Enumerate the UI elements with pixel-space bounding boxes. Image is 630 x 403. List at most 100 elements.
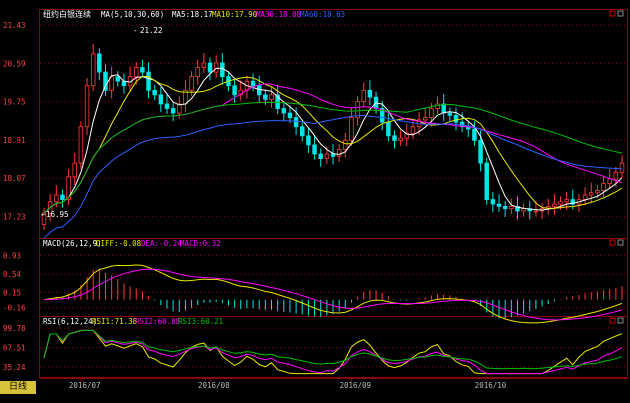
high-price-marker: 21.22 <box>140 26 163 35</box>
macd-tick-label: -0.16 <box>3 303 26 312</box>
low-price-marker: 16.95 <box>46 210 69 219</box>
rsi-panel-close-icon[interactable] <box>609 317 616 324</box>
x-axis-label: 2016/08 <box>198 381 230 390</box>
candle-body <box>287 112 293 119</box>
candle-body <box>435 103 440 109</box>
candle-body <box>213 62 219 73</box>
candle-body <box>422 117 428 121</box>
panel-close-icon[interactable] <box>609 10 616 17</box>
candle-body <box>613 171 619 180</box>
candle-body <box>441 103 446 114</box>
candle-body <box>558 201 563 205</box>
candle-body <box>312 144 317 155</box>
candle-body <box>343 139 348 150</box>
candle-body <box>60 194 65 200</box>
stock-chart[interactable]: 2016/07 2016/08 2016/09 2016/10 纽约白银连续 MA(5… <box>0 0 630 403</box>
candle-body <box>84 85 90 128</box>
candle-body <box>386 121 391 137</box>
candle-body <box>564 199 569 203</box>
candle-body <box>472 128 477 141</box>
candle-body <box>589 192 594 196</box>
ma-indicator-label: MA(5,10,30,60) <box>101 10 164 19</box>
candle-body <box>170 108 176 114</box>
macd-dea-value: DEA:-0.24 <box>141 239 182 248</box>
candle-body <box>453 114 459 123</box>
candle-body <box>220 62 225 78</box>
candle-body <box>429 108 434 119</box>
macd-panel-expand-icon[interactable] <box>617 239 624 246</box>
candle-body <box>349 117 354 141</box>
candle-body <box>410 126 416 134</box>
candle-body <box>195 67 200 78</box>
x-axis-label: 2016/10 <box>475 381 507 390</box>
macd-tick-label: 0.54 <box>3 270 22 279</box>
candle-body <box>552 203 557 207</box>
rsi2-value: RSI2:60.88 <box>135 317 181 326</box>
candle-body <box>607 178 612 185</box>
candle-body <box>490 199 496 205</box>
candle-body <box>263 94 268 100</box>
rsi1-value: RSI1:71.38 <box>92 317 138 326</box>
rsi-tick-label: 35.24 <box>3 363 26 372</box>
low-marker-arrow: ← <box>41 210 46 219</box>
macd-tick-label: 0.15 <box>3 289 21 298</box>
candle-body <box>189 76 194 91</box>
candle-body <box>318 153 323 159</box>
ma60-value: MA60:18.63 <box>300 10 345 19</box>
instrument-title: 纽约白银连续 <box>43 9 91 19</box>
rsi-tick-label: 99.78 <box>3 324 26 333</box>
rsi-tick-label: 67.51 <box>3 343 26 352</box>
candle-body <box>97 53 102 73</box>
price-tick-label: 19.75 <box>3 98 26 107</box>
rsi3-line <box>43 329 623 370</box>
candle-body <box>619 162 625 173</box>
candle-body <box>509 206 514 210</box>
price-tick-label: 21.43 <box>3 21 26 30</box>
candle-body <box>496 203 502 207</box>
panel-expand-icon[interactable] <box>617 10 624 17</box>
candle-body <box>521 208 526 212</box>
x-axis-label: 2016/07 <box>69 381 101 390</box>
candle-body <box>90 53 96 87</box>
candle-body <box>78 126 84 164</box>
rsi-panel-expand-icon[interactable] <box>617 317 624 324</box>
candle-body <box>324 153 330 159</box>
daily-tab[interactable]: 日线 <box>0 381 36 394</box>
x-axis-label: 2016/09 <box>339 381 371 390</box>
ma-long-line <box>43 114 623 239</box>
ma10-value: MA10:17.90 <box>212 10 258 19</box>
candle-body <box>256 85 262 96</box>
candle-body <box>152 89 157 96</box>
candle-body <box>392 135 397 141</box>
candle-body <box>269 94 274 100</box>
high-marker-dash: - <box>133 26 138 35</box>
candle-body <box>146 71 151 91</box>
candle-body <box>398 137 403 141</box>
candle-body <box>533 210 539 213</box>
candle-body <box>115 76 121 82</box>
candle-body <box>361 89 366 103</box>
candle-body <box>140 67 145 73</box>
candle-body <box>250 80 256 87</box>
candle-body <box>54 194 59 203</box>
candle-body <box>330 153 336 157</box>
candle-body <box>293 117 299 128</box>
macd-tick-label: 0.93 <box>3 251 21 260</box>
macd-diff-value: DIFF:-0.08 <box>96 239 142 248</box>
main-panel-frame <box>39 9 628 239</box>
candle-body <box>207 62 213 73</box>
macd-panel-close-icon[interactable] <box>609 239 616 246</box>
candle-body <box>336 149 342 157</box>
candle-body <box>447 112 453 116</box>
candle-body <box>484 162 489 200</box>
candle-body <box>478 139 483 164</box>
macd-indicator-label: MACD(26,12,9) <box>43 239 102 248</box>
price-tick-label: 18.91 <box>3 136 26 145</box>
candle-body <box>164 103 170 109</box>
candle-body <box>201 62 207 68</box>
price-tick-label: 20.59 <box>3 59 26 68</box>
candle-body <box>232 85 237 96</box>
candle-body <box>158 94 164 105</box>
candle-body <box>582 194 588 200</box>
candle-body <box>601 183 606 191</box>
